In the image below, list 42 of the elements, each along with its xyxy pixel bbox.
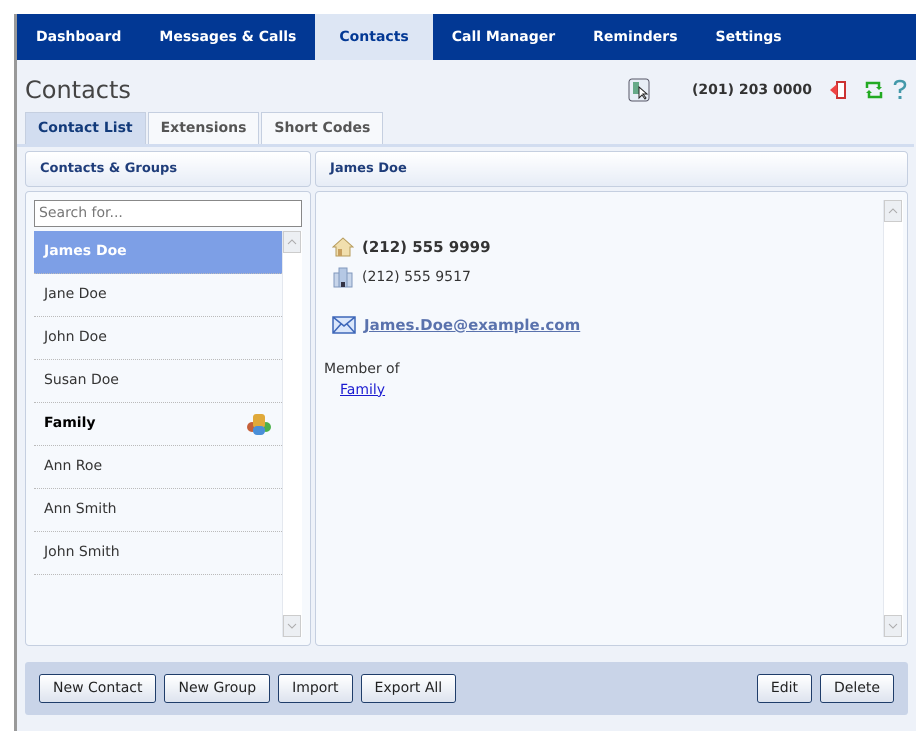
building-icon bbox=[332, 266, 354, 288]
mail-icon bbox=[332, 316, 356, 334]
tab[interactable]: Contact List bbox=[25, 112, 146, 144]
panel-header: James Doe bbox=[315, 151, 908, 186]
tab[interactable]: Extensions bbox=[148, 112, 260, 144]
panel-header: Contacts & Groups bbox=[25, 151, 311, 186]
page-title: Contacts bbox=[25, 75, 131, 106]
tab[interactable]: Short Codes bbox=[261, 112, 384, 144]
chevron-down-icon bbox=[287, 623, 297, 629]
phone-number: (212) 555 9517 bbox=[362, 268, 471, 286]
toolbar-button[interactable]: Import bbox=[278, 674, 353, 703]
chevron-down-icon bbox=[888, 623, 898, 629]
cursor-icon[interactable] bbox=[628, 78, 650, 102]
house-icon bbox=[332, 236, 354, 258]
search-field[interactable]: Search for... bbox=[34, 200, 302, 226]
toolbar-button[interactable]: Edit bbox=[756, 674, 812, 703]
toolbar-button[interactable]: New Contact bbox=[39, 674, 156, 703]
nav-tab[interactable]: Messages & Calls bbox=[140, 14, 316, 60]
chevron-up-icon bbox=[888, 208, 898, 214]
phone-number: (212) 555 9999 bbox=[362, 236, 491, 258]
nav-tab[interactable]: Call Manager bbox=[432, 14, 574, 60]
refresh-icon[interactable] bbox=[864, 80, 884, 100]
group-icon bbox=[246, 412, 272, 436]
toolbar-button[interactable]: Delete bbox=[820, 674, 894, 703]
phone-number: (201) 203 0000 bbox=[692, 80, 812, 100]
scroll-up-button[interactable] bbox=[884, 200, 902, 222]
scroll-down-button[interactable] bbox=[283, 615, 301, 637]
toolbar-button[interactable]: New Group bbox=[164, 674, 270, 703]
toolbar-button[interactable]: Export All bbox=[360, 674, 456, 703]
scroll-up-button[interactable] bbox=[283, 230, 301, 252]
email-link[interactable]: James.Doe@example.com bbox=[364, 314, 580, 336]
nav-tab[interactable]: Contacts bbox=[315, 14, 433, 60]
nav-tab[interactable]: Settings bbox=[696, 14, 801, 60]
group-link[interactable]: Family bbox=[340, 382, 386, 398]
chevron-up-icon bbox=[287, 238, 297, 244]
group-list-item[interactable]: Family bbox=[34, 402, 282, 446]
logout-icon[interactable] bbox=[828, 80, 848, 100]
member-of-label: Member of bbox=[324, 360, 401, 378]
nav-tab[interactable]: Dashboard bbox=[17, 14, 140, 60]
help-icon[interactable] bbox=[892, 79, 908, 101]
nav-tab[interactable]: Reminders bbox=[574, 14, 697, 60]
scroll-down-button[interactable] bbox=[884, 615, 902, 637]
